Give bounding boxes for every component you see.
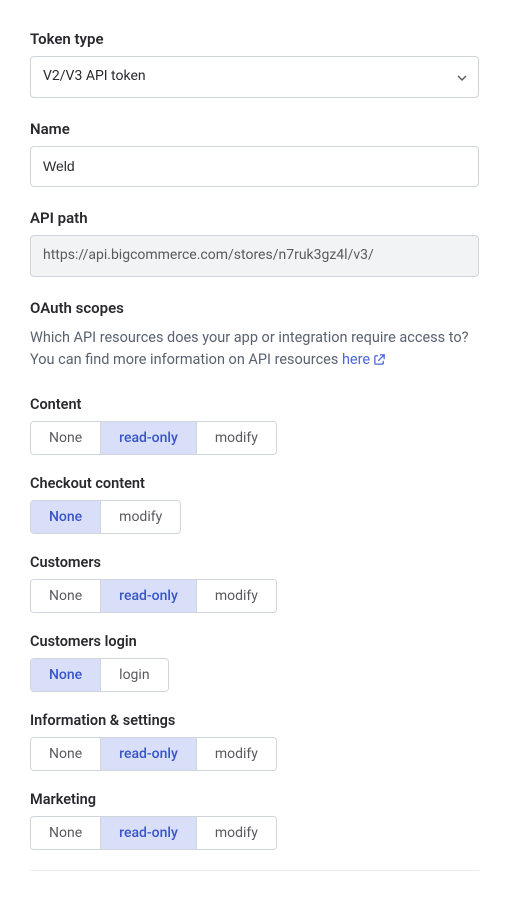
scope-option-button[interactable]: read-only	[101, 738, 197, 770]
api-path-label: API path	[30, 209, 479, 227]
scope-label: Information & settings	[30, 712, 479, 729]
scope-option-button[interactable]: read-only	[101, 580, 197, 612]
name-label: Name	[30, 120, 479, 138]
api-path-value: https://api.bigcommerce.com/stores/n7ruk…	[30, 235, 479, 277]
scope-option-button[interactable]: modify	[197, 580, 276, 612]
scope-group: Checkout content Nonemodify	[30, 475, 479, 534]
scope-option-button[interactable]: None	[31, 422, 101, 454]
scope-label: Checkout content	[30, 475, 479, 492]
scope-button-group: Noneread-onlymodify	[30, 816, 277, 850]
name-input[interactable]	[30, 146, 479, 188]
scope-label: Marketing	[30, 791, 479, 808]
scope-option-button[interactable]: read-only	[101, 422, 197, 454]
oauth-help-link[interactable]: here	[342, 351, 386, 368]
scope-option-button[interactable]: modify	[101, 501, 180, 533]
scope-option-button[interactable]: modify	[197, 422, 276, 454]
scope-label: Content	[30, 396, 479, 413]
scope-button-group: Noneread-onlymodify	[30, 421, 277, 455]
bottom-divider	[30, 870, 479, 871]
scope-group: Marketing Noneread-onlymodify	[30, 791, 479, 850]
scope-option-button[interactable]: login	[101, 659, 167, 691]
scope-option-button[interactable]: None	[31, 659, 101, 691]
scope-option-button[interactable]: None	[31, 501, 101, 533]
scope-button-group: Nonemodify	[30, 500, 181, 534]
scope-group: Information & settings Noneread-onlymodif…	[30, 712, 479, 771]
oauth-scopes-heading: OAuth scopes	[30, 299, 479, 317]
scope-button-group: Noneread-onlymodify	[30, 737, 277, 771]
scope-option-button[interactable]: None	[31, 817, 101, 849]
scope-label: Customers login	[30, 633, 479, 650]
token-type-label: Token type	[30, 30, 479, 48]
scope-option-button[interactable]: modify	[197, 738, 276, 770]
scope-group: Content Noneread-onlymodify	[30, 396, 479, 455]
scope-label: Customers	[30, 554, 479, 571]
scope-option-button[interactable]: None	[31, 580, 101, 612]
scope-option-button[interactable]: read-only	[101, 817, 197, 849]
scope-option-button[interactable]: None	[31, 738, 101, 770]
oauth-help-prefix: Which API resources does your app or int…	[30, 329, 468, 368]
scope-option-button[interactable]: modify	[197, 817, 276, 849]
scope-group: Customers login Nonelogin	[30, 633, 479, 692]
scope-group: Customers Noneread-onlymodify	[30, 554, 479, 613]
oauth-help-text: Which API resources does your app or int…	[30, 327, 479, 374]
scope-button-group: Noneread-onlymodify	[30, 579, 277, 613]
external-link-icon	[373, 351, 386, 373]
scope-button-group: Nonelogin	[30, 658, 169, 692]
token-type-select[interactable]: V2/V3 API token	[30, 56, 479, 98]
token-type-value: V2/V3 API token	[30, 56, 479, 98]
